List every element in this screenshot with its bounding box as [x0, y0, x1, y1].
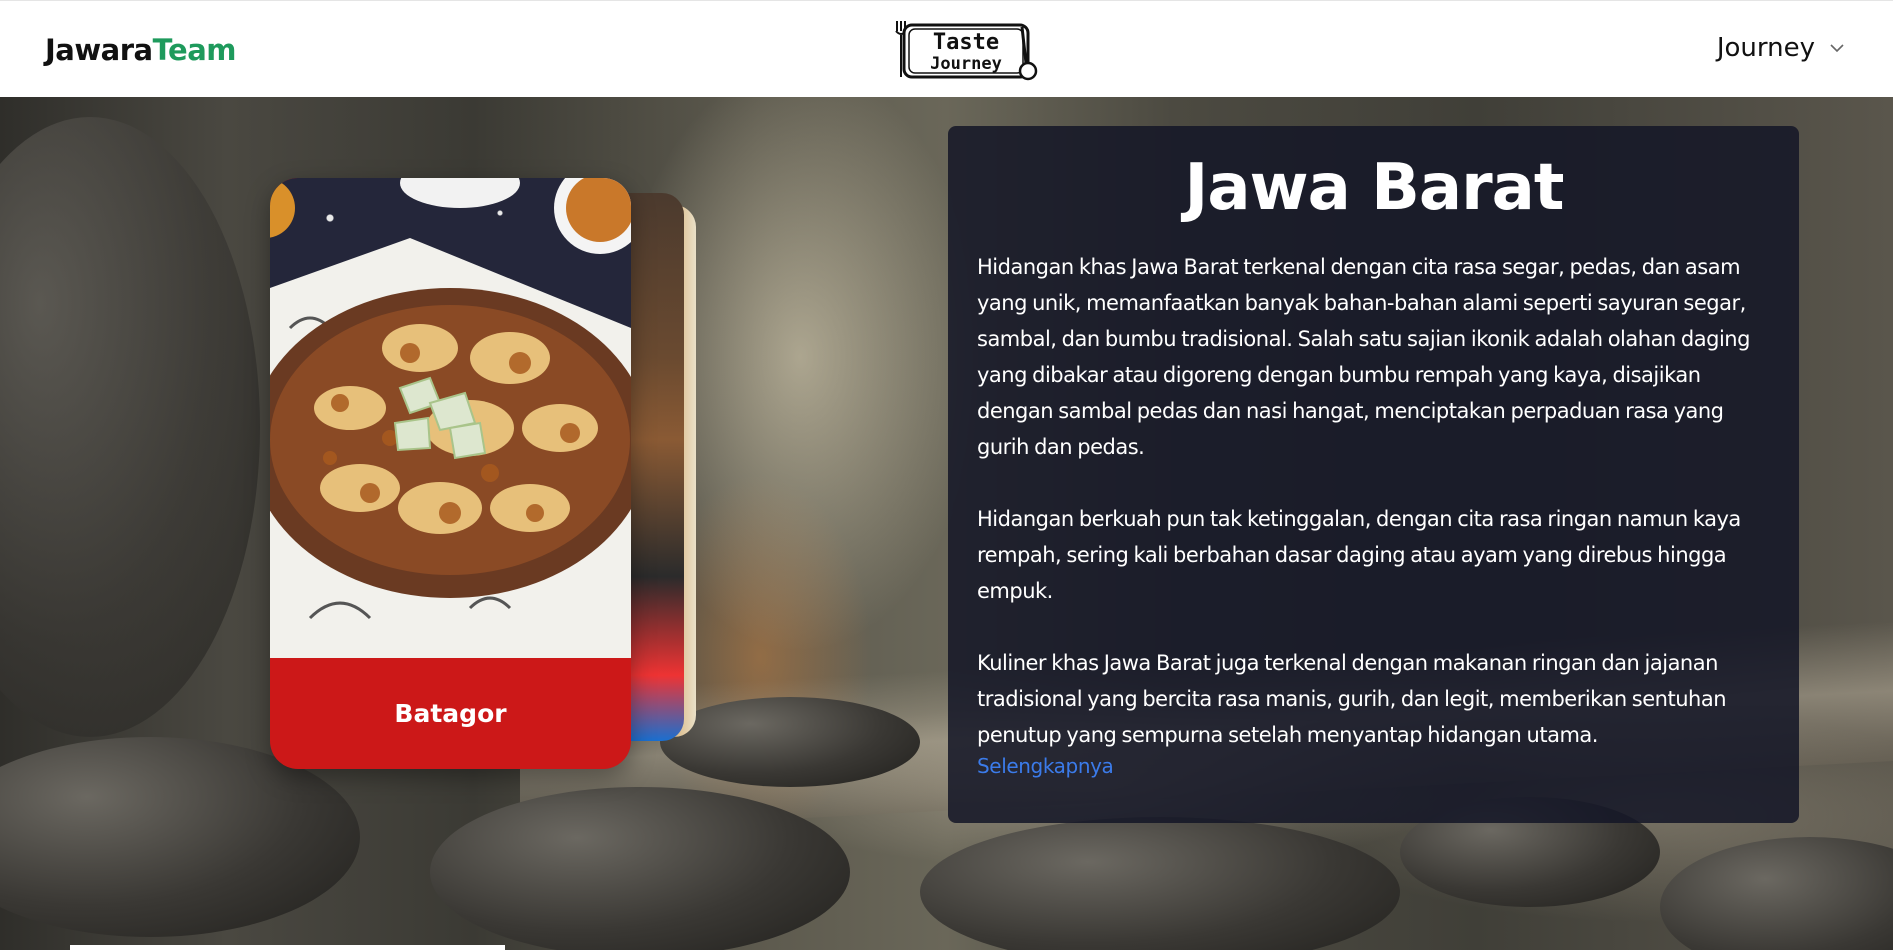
- background-rock: [660, 697, 920, 787]
- background-rock: [0, 117, 260, 737]
- read-more-link[interactable]: Selengkapnya: [977, 753, 1114, 779]
- journey-dropdown-label: Journey: [1716, 33, 1815, 63]
- background-rock: [430, 787, 850, 950]
- journey-dropdown[interactable]: Journey: [1717, 33, 1845, 63]
- food-photo-illustration: [270, 178, 631, 658]
- scroll-indicator: [70, 945, 505, 950]
- background-rock: [920, 817, 1400, 950]
- brand-accent: Team: [152, 33, 237, 67]
- region-title: Jawa Barat: [1184, 151, 1565, 225]
- logo-text-top: Taste: [933, 30, 999, 55]
- background-rock: [1660, 837, 1893, 950]
- top-navbar: JawaraTeam Taste Journey Journey: [0, 0, 1893, 97]
- chevron-down-icon: [1830, 44, 1844, 53]
- food-card-label: Batagor: [394, 699, 507, 728]
- brand-primary: Jawara: [45, 33, 153, 67]
- logo-text-bottom: Journey: [930, 54, 1002, 74]
- logo-graphic: Taste Journey: [895, 21, 1038, 81]
- hero-section: Batagor Jawa Barat Hidangan khas Jawa Ba…: [0, 97, 1893, 950]
- region-description-paragraph: Hidangan berkuah pun tak ketinggalan, de…: [977, 507, 1741, 603]
- region-description-paragraph: Kuliner khas Jawa Barat juga terkenal de…: [977, 651, 1727, 747]
- food-card-active[interactable]: Batagor: [270, 178, 631, 769]
- taste-journey-logo[interactable]: Taste Journey: [890, 19, 1040, 81]
- food-photo: [270, 178, 631, 658]
- region-info-panel: Jawa Barat Hidangan khas Jawa Barat terk…: [948, 126, 1799, 823]
- region-description-paragraph: Hidangan khas Jawa Barat terkenal dengan…: [977, 255, 1750, 459]
- brand-logo-text[interactable]: JawaraTeam: [45, 33, 236, 67]
